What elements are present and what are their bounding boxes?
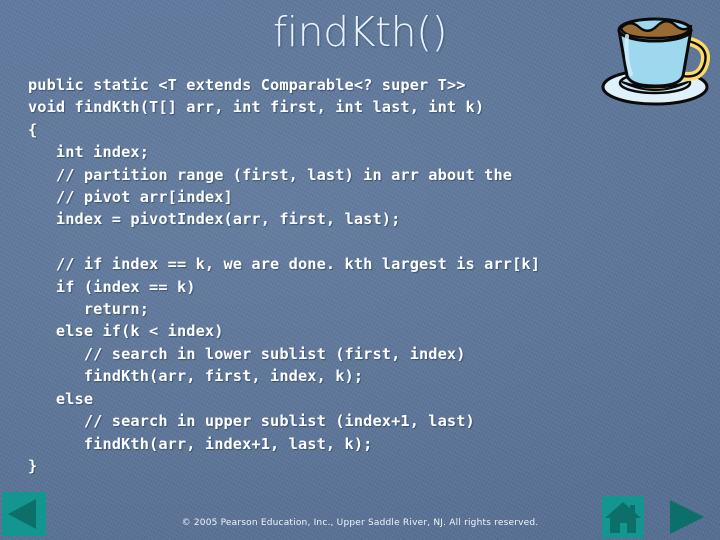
home-button[interactable] [602, 496, 644, 538]
code-block: public static <T extends Comparable<? su… [28, 76, 541, 475]
slide: findKth() public static <T extends Compa… [0, 0, 720, 540]
triangle-left-icon [8, 499, 36, 529]
home-icon [605, 502, 641, 533]
triangle-right-icon [670, 500, 704, 534]
next-slide-button[interactable] [664, 496, 710, 538]
previous-slide-button[interactable] [2, 492, 46, 536]
